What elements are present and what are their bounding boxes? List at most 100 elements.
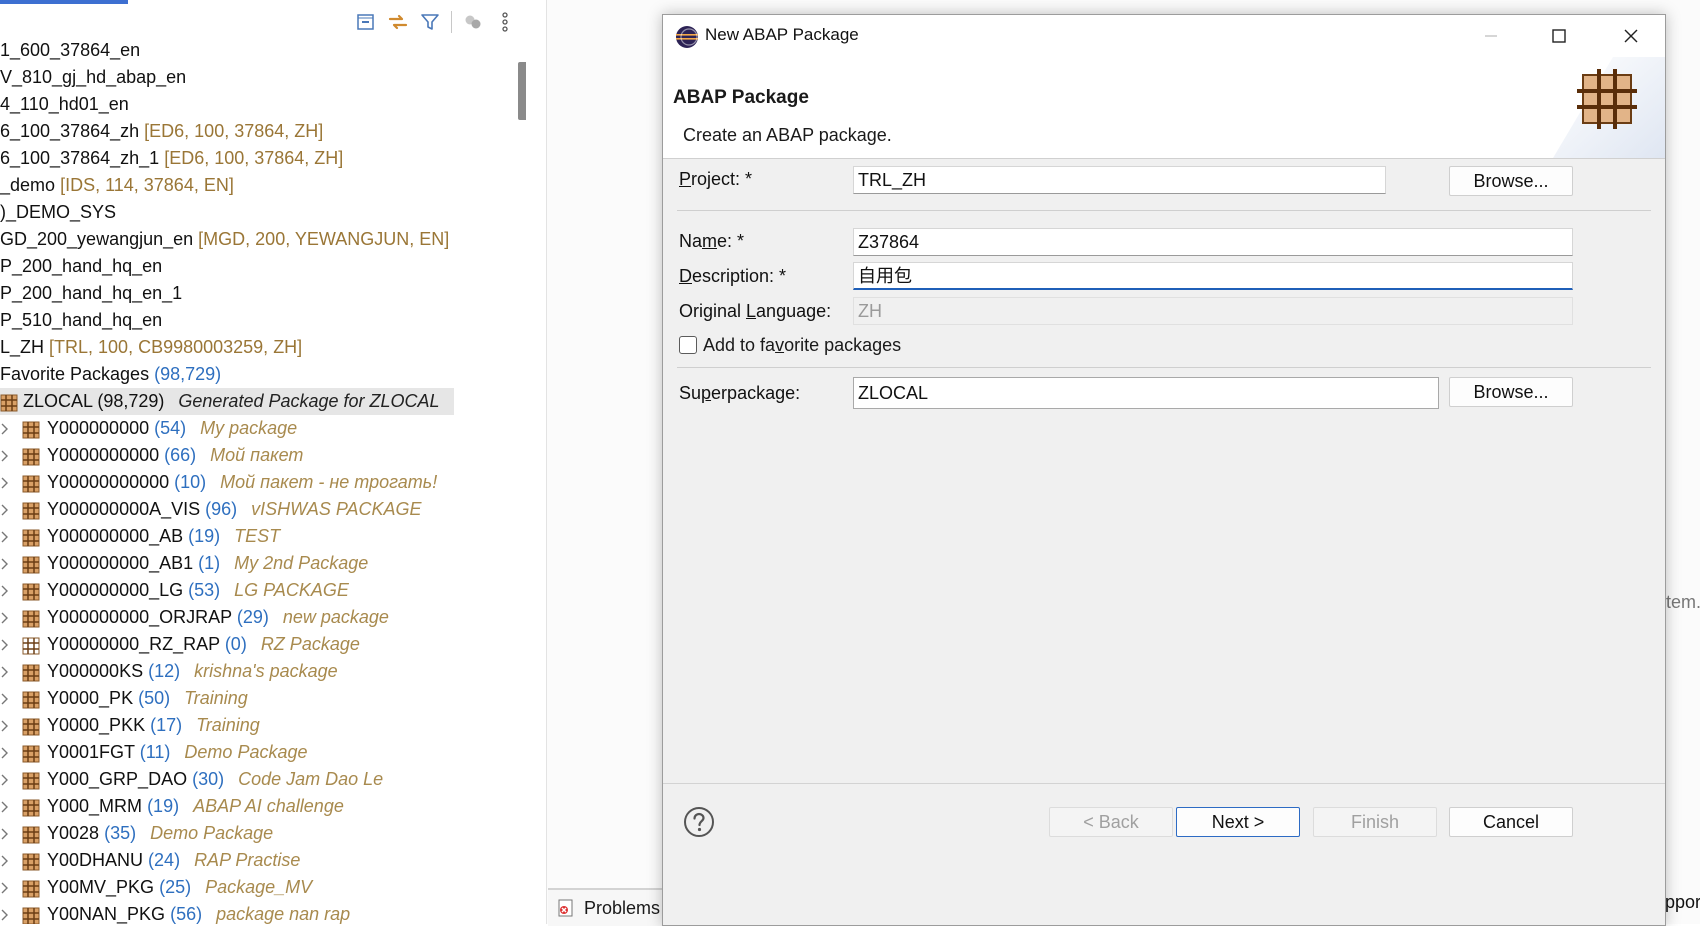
project-browse-button[interactable]: Browse...	[1449, 166, 1573, 196]
package-count: (35)	[104, 823, 137, 843]
package-count: (17)	[150, 715, 183, 735]
chevron-right-icon[interactable]	[0, 415, 12, 442]
add-to-favorites-label: Add to favorite packages	[703, 334, 902, 355]
explorer-scrollbar[interactable]	[518, 62, 526, 120]
collapse-all-icon[interactable]	[355, 11, 377, 33]
tree-item-project[interactable]: 4_110_hd01_en	[0, 91, 510, 118]
tree-item-package[interactable]: Y000000KS (12) krishna's package	[0, 658, 510, 685]
chevron-right-icon[interactable]	[0, 631, 12, 658]
tree-item-package[interactable]: Y00000000000 (10) Мой пакет - не трогать!	[0, 469, 510, 496]
minimize-icon[interactable]	[1469, 21, 1513, 51]
tree-item-project[interactable]: )_DEMO_SYS	[0, 199, 510, 226]
package-description: ABAP AI challenge	[193, 796, 344, 816]
tree-item-project[interactable]: 6_100_37864_zh [ED6, 100, 37864, ZH]	[0, 118, 510, 145]
tree-item-package[interactable]: Y0028 (35) Demo Package	[0, 820, 510, 847]
tree-item-package[interactable]: Y0001FGT (11) Demo Package	[0, 739, 510, 766]
tree-item-favorites[interactable]: Favorite Packages (98,729)	[0, 361, 510, 388]
tree-item-project[interactable]: _demo [IDS, 114, 37864, EN]	[0, 172, 510, 199]
tree-item-package[interactable]: Y000_MRM (19) ABAP AI challenge	[0, 793, 510, 820]
cancel-button[interactable]: Cancel	[1449, 807, 1573, 837]
project-field[interactable]: TRL_ZH	[853, 166, 1386, 194]
help-icon[interactable]	[683, 806, 715, 838]
package-icon	[22, 771, 40, 790]
problems-tab[interactable]: Problems	[548, 888, 680, 926]
package-count: (54)	[154, 418, 187, 438]
active-tab-indicator	[0, 0, 128, 4]
add-to-favorites-checkbox[interactable]	[679, 336, 697, 354]
chevron-right-icon[interactable]	[0, 577, 12, 604]
maximize-icon[interactable]	[1537, 21, 1581, 51]
tree-item-package[interactable]: Y000000000_AB (19) TEST	[0, 523, 510, 550]
chevron-right-icon[interactable]	[0, 739, 12, 766]
next-button[interactable]: Next >	[1176, 807, 1300, 837]
tree-item-package[interactable]: Y00MV_PKG (25) Package_MV	[0, 874, 510, 901]
package-count: (19)	[147, 796, 180, 816]
package-description: Code Jam Dao Le	[238, 769, 384, 789]
package-icon	[0, 393, 18, 412]
name-field[interactable]: Z37864	[853, 228, 1573, 256]
focus-icon[interactable]	[462, 11, 484, 33]
chevron-right-icon[interactable]	[0, 685, 12, 712]
tree-item-package[interactable]: Y0000000000 (66) Мой пакет	[0, 442, 510, 469]
tree-item-project[interactable]: P_510_hand_hq_en	[0, 307, 510, 334]
package-label: Y000000000A_VIS	[47, 499, 201, 519]
package-count: (29)	[236, 607, 269, 627]
tree-item-package[interactable]: Y000000000 (54) My package	[0, 415, 510, 442]
chevron-right-icon[interactable]	[0, 847, 12, 874]
tree-item-package[interactable]: Y000000000_LG (53) LG PACKAGE	[0, 577, 510, 604]
tree-item-project[interactable]: 1_600_37864_en	[0, 37, 510, 64]
chevron-right-icon[interactable]	[0, 550, 12, 577]
superpackage-label: Superpackage:	[679, 383, 801, 403]
add-to-favorites-option[interactable]: Add to favorite packages	[679, 333, 901, 357]
tree-item-project[interactable]: 6_100_37864_zh_1 [ED6, 100, 37864, ZH]	[0, 145, 510, 172]
back-button[interactable]: < Back	[1049, 807, 1173, 837]
superpackage-browse-button[interactable]: Browse...	[1449, 377, 1573, 407]
view-menu-icon[interactable]	[494, 11, 516, 33]
chevron-right-icon[interactable]	[0, 604, 12, 631]
tree-item-project[interactable]: L_ZH [TRL, 100, CB9980003259, ZH]	[0, 334, 510, 361]
chevron-right-icon[interactable]	[0, 658, 12, 685]
tree-item-package[interactable]: Y0000_PK (50) Training	[0, 685, 510, 712]
tree-item-project[interactable]: V_810_gj_hd_abap_en	[0, 64, 510, 91]
tree-item-package[interactable]: Y000000000A_VIS (96) vISHWAS PACKAGE	[0, 496, 510, 523]
chevron-right-icon[interactable]	[0, 766, 12, 793]
package-icon	[22, 717, 40, 736]
tree-item-project[interactable]: P_200_hand_hq_en_1	[0, 280, 510, 307]
chevron-right-icon[interactable]	[0, 523, 12, 550]
tree-item-project[interactable]: P_200_hand_hq_en	[0, 253, 510, 280]
chevron-right-icon[interactable]	[0, 469, 12, 496]
name-label: Name: *	[679, 231, 745, 251]
package-description: Мой пакет - не трогать!	[220, 472, 438, 492]
filter-icon[interactable]	[419, 11, 441, 33]
package-icon	[22, 663, 40, 682]
tree-item-zlocal[interactable]: ZLOCAL (98,729) Generated Package for ZLO…	[0, 388, 454, 415]
close-icon[interactable]	[1609, 21, 1653, 51]
tree-item-package[interactable]: Y00DHANU (24) RAP Practise	[0, 847, 510, 874]
tree-item-package[interactable]: Y00NAN_PKG (56) package nan rap	[0, 901, 510, 924]
chevron-right-icon[interactable]	[0, 496, 12, 523]
package-description: LG PACKAGE	[234, 580, 349, 600]
tree-item-package[interactable]: Y000_GRP_DAO (30) Code Jam Dao Le	[0, 766, 510, 793]
package-label: Y000000000	[47, 418, 150, 438]
chevron-right-icon[interactable]	[0, 901, 12, 924]
package-icon	[22, 636, 40, 655]
separator	[677, 367, 1651, 368]
chevron-right-icon[interactable]	[0, 793, 12, 820]
chevron-right-icon[interactable]	[0, 820, 12, 847]
chevron-right-icon[interactable]	[0, 874, 12, 901]
tree-item-package[interactable]: Y000000000_ORJRAP (29) new package	[0, 604, 510, 631]
chevron-right-icon[interactable]	[0, 712, 12, 739]
package-count: (50)	[138, 688, 171, 708]
finish-button[interactable]: Finish	[1313, 807, 1437, 837]
link-with-editor-icon[interactable]	[387, 11, 409, 33]
description-field[interactable]: 自用包	[853, 262, 1573, 290]
tree-item-project[interactable]: GD_200_yewangjun_en [MGD, 200, YEWANGJUN…	[0, 226, 510, 253]
wizard-page-title: ABAP Package	[673, 87, 809, 108]
superpackage-field[interactable]: ZLOCAL	[853, 377, 1439, 409]
dialog-titlebar[interactable]: New ABAP Package	[663, 15, 1665, 57]
tree-item-package[interactable]: Y0000_PKK (17) Training	[0, 712, 510, 739]
chevron-right-icon[interactable]	[0, 442, 12, 469]
tree-item-package[interactable]: Y000000000_AB1 (1) My 2nd Package	[0, 550, 510, 577]
tree-item-package[interactable]: Y00000000_RZ_RAP (0) RZ Package	[0, 631, 510, 658]
package-count: (11)	[139, 742, 171, 762]
